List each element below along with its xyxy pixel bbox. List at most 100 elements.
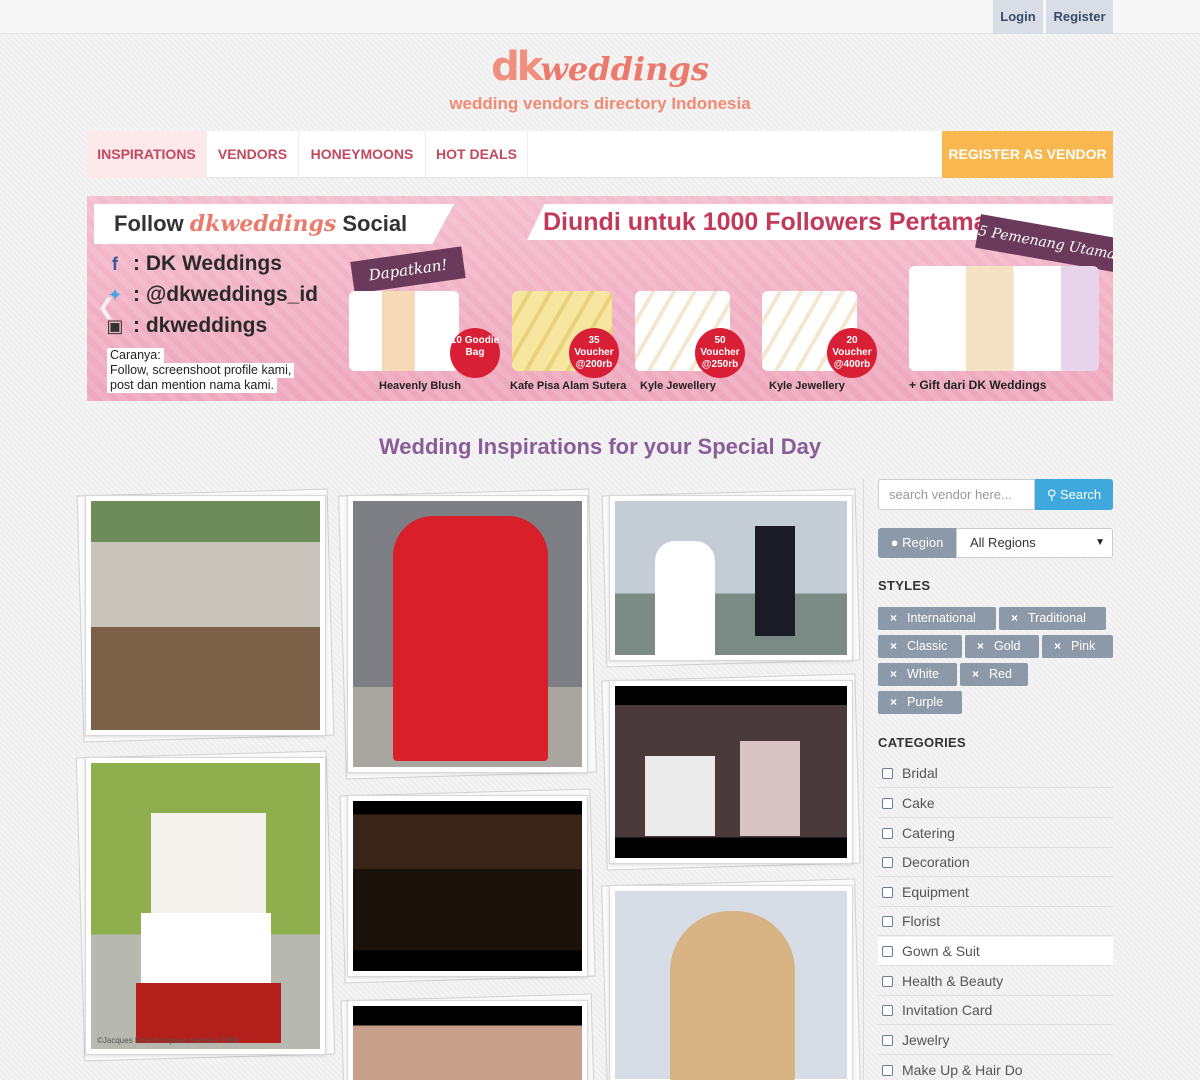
category-invitation-card[interactable]: Invitation Card — [878, 996, 1113, 1025]
nav-honeymoons[interactable]: HONEYMOONS — [299, 131, 426, 178]
region-label-text: Region — [902, 535, 944, 550]
prize-caption-4: Kyle Jewellery — [769, 380, 845, 392]
close-icon[interactable]: × — [890, 667, 897, 681]
gallery-card-bride-groom[interactable] — [609, 495, 853, 661]
style-tag-classic[interactable]: × Classic — [878, 635, 962, 658]
style-tag-gold[interactable]: × Gold — [965, 635, 1039, 658]
close-icon[interactable]: × — [1054, 639, 1061, 653]
checkbox[interactable] — [882, 1065, 893, 1076]
banner-gift: + Gift dari DK Weddings — [909, 378, 1047, 392]
close-icon[interactable]: × — [1011, 611, 1018, 625]
style-tag-label: International — [907, 611, 976, 625]
nav-vendors[interactable]: VENDORS — [207, 131, 299, 178]
close-icon[interactable]: × — [890, 695, 897, 709]
cake-tier-middle — [141, 913, 271, 988]
search-input[interactable]: search vendor here... — [878, 479, 1035, 510]
checkbox[interactable] — [882, 857, 893, 868]
prize-caption-1: Heavenly Blush — [379, 380, 461, 392]
globe-icon: ● — [890, 535, 899, 550]
category-label: Bridal — [902, 765, 938, 781]
register-vendor-button[interactable]: REGISTER AS VENDOR — [942, 131, 1113, 178]
instructions-line-1: Caranya: — [107, 348, 164, 363]
login-button[interactable]: Login — [993, 0, 1043, 34]
photo-hands — [353, 1006, 582, 1080]
groom-white-suit — [645, 756, 715, 836]
category-label: Invitation Card — [902, 1002, 993, 1018]
prize-caption-3: Kyle Jewellery — [640, 380, 716, 392]
logo-dk: dk — [491, 44, 543, 90]
gallery-card-mud-bride[interactable] — [85, 495, 326, 736]
category-gown-suit[interactable]: Gown & Suit — [878, 937, 1113, 966]
checkbox[interactable] — [882, 916, 893, 927]
banner-dapatkan-ribbon: Dapatkan! — [350, 246, 466, 294]
style-tag-label: Gold — [994, 639, 1021, 653]
checkbox[interactable] — [882, 798, 893, 809]
prize-badge-3: 50 Voucher @250rb — [695, 328, 745, 378]
prize-badge-4: 20 Voucher @400rb — [827, 328, 877, 378]
twitter-icon: ✦ — [107, 285, 123, 305]
close-icon[interactable]: × — [890, 639, 897, 653]
category-health-beauty[interactable]: Health & Beauty — [878, 967, 1113, 996]
site-logo[interactable]: dkweddings — [0, 44, 1200, 90]
category-label: Catering — [902, 825, 955, 841]
category-equipment[interactable]: Equipment — [878, 878, 1113, 907]
category-bridal[interactable]: Bridal — [878, 759, 1113, 788]
style-tag-pink[interactable]: × Pink — [1042, 635, 1113, 658]
checkbox[interactable] — [882, 946, 893, 957]
photo-bride-groom-table — [615, 501, 847, 656]
prize-caption-2: Kafe Pisa Alam Sutera — [510, 380, 627, 392]
gallery-card-hands[interactable] — [347, 1000, 588, 1080]
checkbox[interactable] — [882, 768, 893, 779]
style-tag-red[interactable]: × Red — [960, 663, 1028, 686]
gallery-card-noodle-cake[interactable]: ©Jacques Fine European Pastries 2009 — [85, 757, 326, 1055]
gallery-card-dance-hall[interactable] — [347, 795, 588, 977]
category-decoration[interactable]: Decoration — [878, 848, 1113, 877]
gallery-card-hairstyle[interactable] — [609, 885, 853, 1080]
style-tag-international[interactable]: × International — [878, 607, 996, 630]
category-label: Decoration — [902, 854, 970, 870]
banner-twitter: ✦: @dkweddings_id — [105, 280, 318, 310]
bride-dress — [655, 541, 715, 656]
style-tag-traditional[interactable]: × Traditional — [999, 607, 1106, 630]
style-tag-purple[interactable]: × Purple — [878, 691, 962, 714]
checkbox[interactable] — [882, 976, 893, 987]
banner-follow: Follow dkweddings Social Media — [94, 204, 454, 244]
close-icon[interactable]: × — [890, 611, 897, 625]
checkbox[interactable] — [882, 1005, 893, 1016]
chevron-down-icon: ▼ — [1095, 537, 1105, 548]
checkbox[interactable] — [882, 1035, 893, 1046]
nav-inspirations[interactable]: INSPIRATIONS — [87, 131, 207, 178]
gallery-card-sedan-chair[interactable] — [347, 495, 588, 773]
category-label: Make Up & Hair Do — [902, 1062, 1023, 1078]
category-cake[interactable]: Cake — [878, 789, 1113, 818]
close-icon[interactable]: × — [977, 639, 984, 653]
nav-hot-deals[interactable]: HOT DEALS — [426, 131, 528, 178]
region-label: ● Region — [878, 528, 956, 558]
checkbox[interactable] — [882, 828, 893, 839]
banner-follow-prefix: Follow — [114, 211, 184, 236]
photo-noodle-box-cake: ©Jacques Fine European Pastries 2009 — [91, 763, 320, 1049]
register-button[interactable]: Register — [1046, 0, 1113, 34]
photo-caption: ©Jacques Fine European Pastries 2009 — [97, 1036, 239, 1045]
category-label: Jewelry — [902, 1032, 950, 1048]
banner-instagram: ▣: dkweddings — [105, 311, 267, 341]
category-makeup-hair[interactable]: Make Up & Hair Do — [878, 1056, 1113, 1080]
gallery-card-reception[interactable] — [609, 680, 853, 864]
close-icon[interactable]: × — [972, 667, 979, 681]
search-button[interactable]: ⚲ Search — [1035, 479, 1113, 510]
promo-banner[interactable]: Follow dkweddings Social Media Diundi un… — [87, 196, 1113, 401]
category-florist[interactable]: Florist — [878, 907, 1113, 936]
cake-tier-top — [151, 813, 266, 913]
logo-weddings: weddings — [540, 50, 709, 88]
cake-tier-bottom — [136, 983, 281, 1043]
checkbox[interactable] — [882, 887, 893, 898]
category-jewelry[interactable]: Jewelry — [878, 1026, 1113, 1055]
banner-instagram-text: : dkweddings — [133, 314, 268, 337]
category-catering[interactable]: Catering — [878, 819, 1113, 848]
category-label: Equipment — [902, 884, 969, 900]
prize-badge-2: 35 Voucher @200rb — [569, 328, 619, 378]
region-select[interactable]: All Regions ▼ — [956, 528, 1113, 558]
styles-heading: STYLES — [878, 578, 931, 593]
style-tag-white[interactable]: × White — [878, 663, 957, 686]
main-nav: INSPIRATIONS VENDORS HONEYMOONS HOT DEAL… — [87, 131, 1113, 178]
